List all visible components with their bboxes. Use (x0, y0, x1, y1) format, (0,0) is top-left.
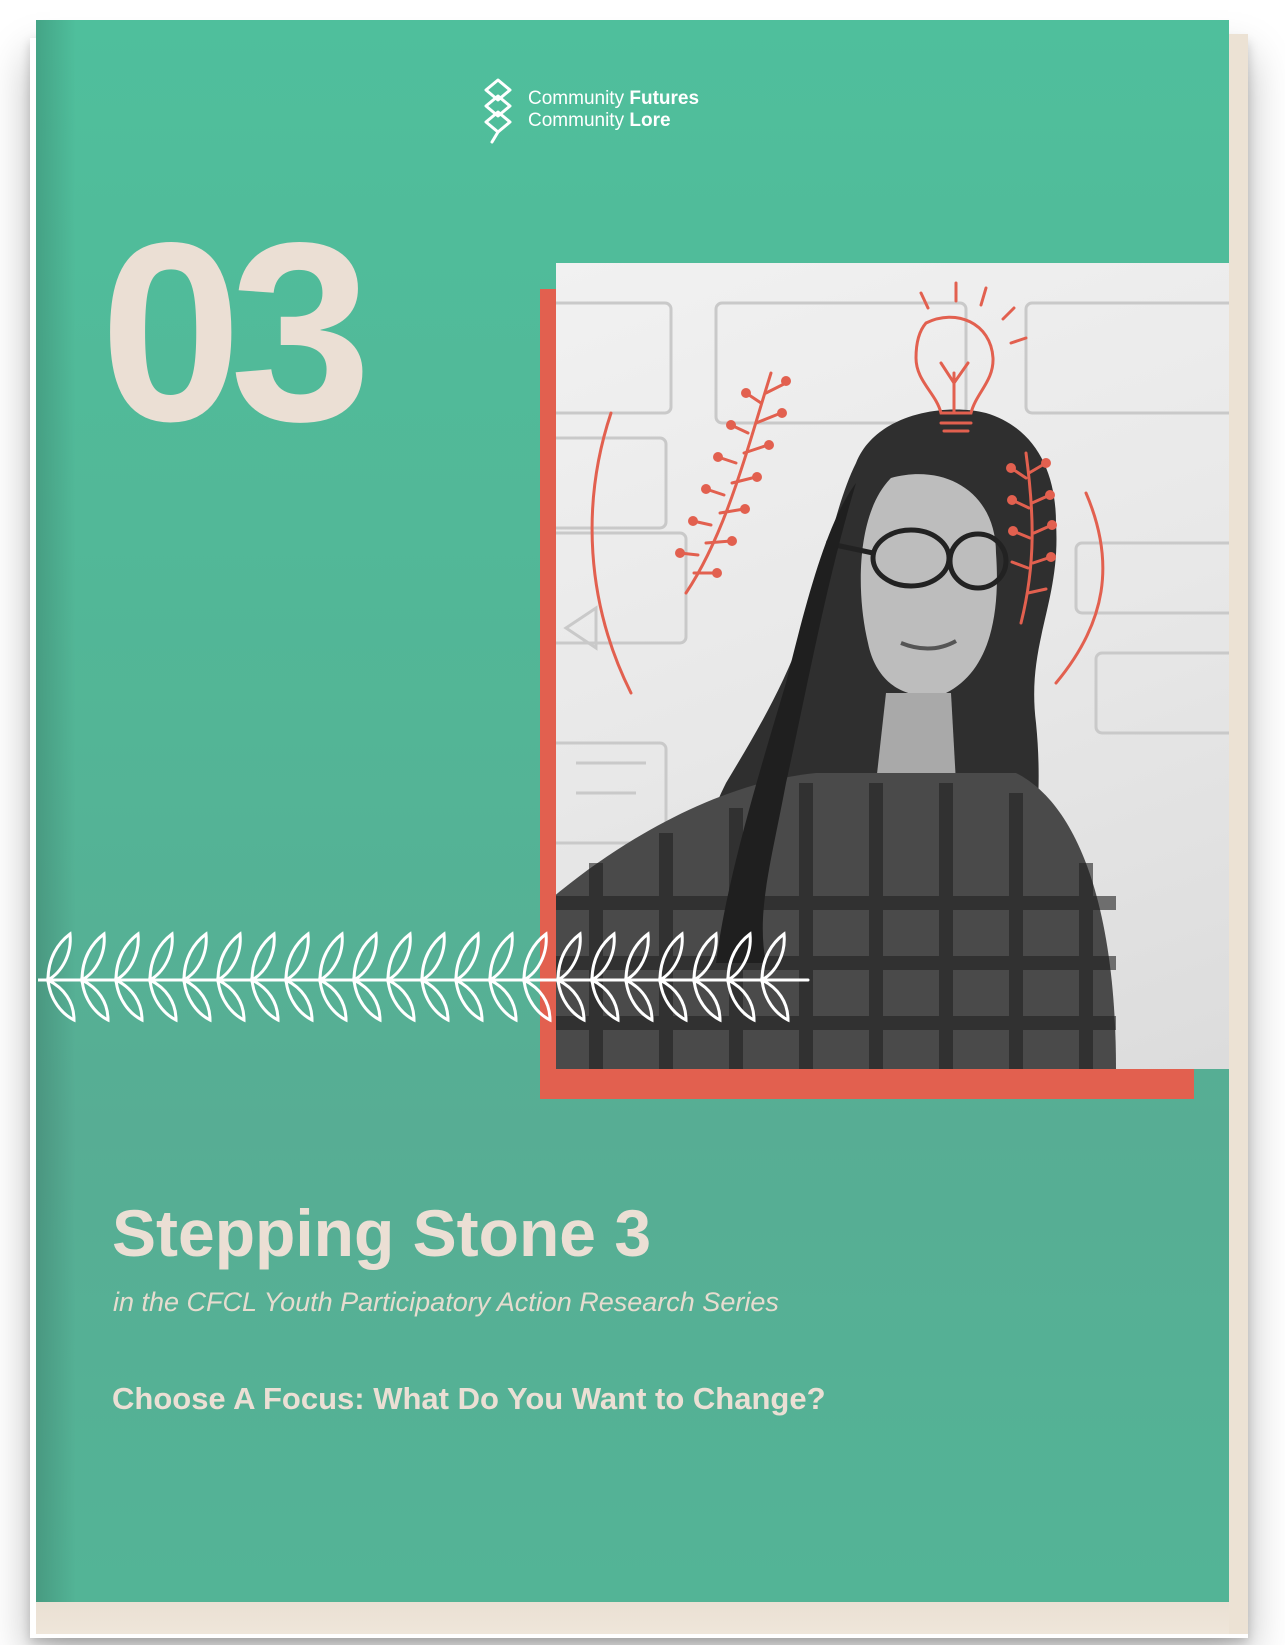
logo-line-2-regular: Community (528, 110, 630, 131)
cover-title: Stepping Stone 3 (112, 1196, 652, 1270)
leaf-vine-ornament (38, 931, 810, 1023)
logo-line-1-regular: Community (528, 88, 630, 109)
logo-text: Community Futures Community Lore (528, 88, 699, 132)
chapter-number: 03 (100, 190, 372, 475)
logo-line-1-bold: Futures (629, 88, 700, 109)
cover-subtitle: in the CFCL Youth Participatory Action R… (113, 1287, 779, 1317)
logo: Community Futures Community Lore (470, 76, 699, 144)
neck (876, 693, 956, 783)
cover-question: Choose A Focus: What Do You Want to Chan… (112, 1381, 826, 1416)
logo-line-1: Community Futures (528, 88, 699, 110)
logo-line-2: Community Lore (528, 110, 699, 132)
logo-line-2-bold: Lore (629, 110, 671, 131)
wheat-logo-icon (484, 78, 512, 144)
